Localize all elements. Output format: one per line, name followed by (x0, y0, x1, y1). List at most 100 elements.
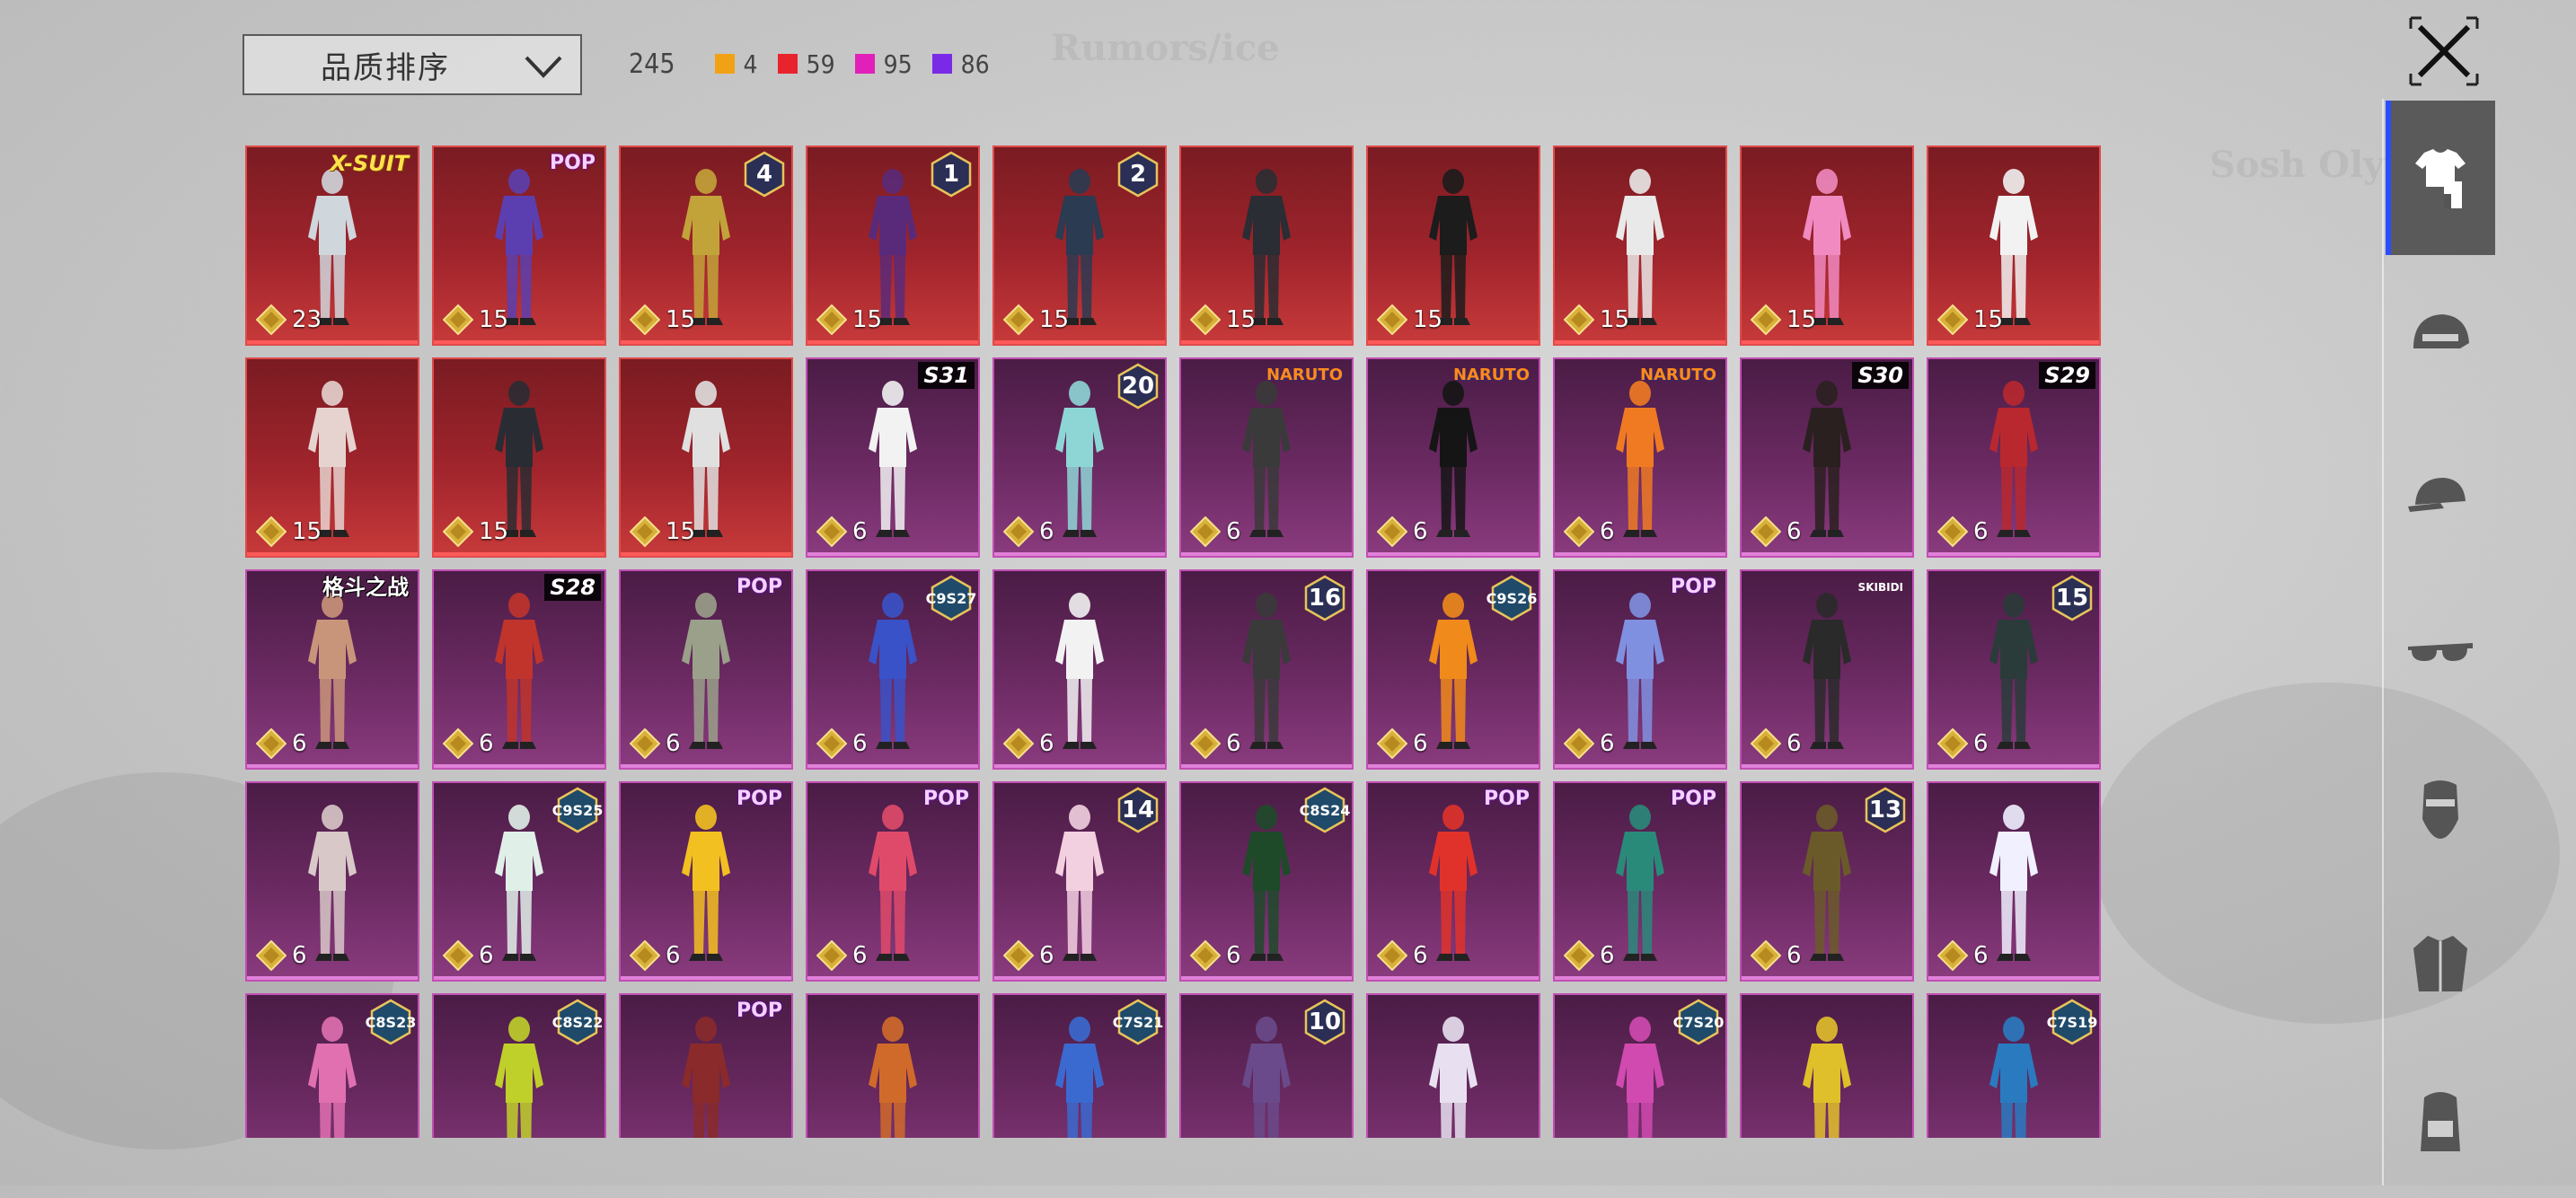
rarity-underline (1928, 340, 2099, 344)
outfit-card[interactable]: 15 (1366, 145, 1540, 346)
outfit-preview-icon (1055, 1017, 1104, 1138)
outfit-card[interactable]: 4 15 (619, 145, 793, 346)
item-value: 15 (1564, 304, 1629, 335)
outfit-card[interactable]: POP 15 (432, 145, 606, 346)
rarity-underline (247, 340, 418, 344)
tab-outfit[interactable] (2386, 101, 2495, 255)
outfit-card[interactable]: 15 (245, 357, 419, 558)
outfit-card[interactable]: 2 15 (992, 145, 1167, 346)
outfit-card[interactable]: 10 (1179, 993, 1354, 1138)
outfit-card[interactable]: 15 (619, 357, 793, 558)
outfit-card[interactable]: 14 6 (992, 781, 1167, 982)
item-value-number: 15 (479, 306, 509, 333)
outfit-card[interactable]: C7S20 (1553, 993, 1727, 1138)
item-value-number: 6 (666, 730, 681, 757)
outfit-card[interactable]: POP 6 (619, 569, 793, 770)
outfit-card[interactable] (1366, 993, 1540, 1138)
rarity-underline (434, 552, 604, 556)
item-value: 6 (1564, 728, 1615, 759)
currency-coin-icon (630, 728, 660, 759)
outfit-card[interactable]: NARUTO 6 (1366, 357, 1540, 558)
item-counts: 245 4 59 95 86 (629, 43, 1010, 84)
tab-backpack[interactable] (2386, 1044, 2495, 1198)
item-value-number: 23 (292, 306, 322, 333)
tab-glasses[interactable] (2386, 575, 2495, 729)
tab-mask[interactable] (2386, 731, 2495, 885)
outfit-card[interactable]: 6 (992, 569, 1167, 770)
currency-coin-icon (816, 516, 847, 547)
outfit-card[interactable]: S31 6 (806, 357, 980, 558)
outfit-card[interactable]: C9S25 6 (432, 781, 606, 982)
outfit-card[interactable]: 13 6 (1740, 781, 1914, 982)
outfit-card[interactable]: NARUTO 6 (1553, 357, 1727, 558)
rarity-underline (1742, 976, 1912, 980)
outfit-card[interactable]: S30 6 (1740, 357, 1914, 558)
rarity-underline (434, 764, 604, 768)
season-badge-label: C9S27 (925, 589, 977, 607)
outfit-card[interactable]: 格斗之战 6 (245, 569, 419, 770)
outfit-card[interactable]: POP (619, 993, 793, 1138)
outfit-card[interactable]: 15 (1927, 145, 2101, 346)
outfit-card[interactable]: 15 (432, 357, 606, 558)
collab-badge: S29 (2039, 362, 2095, 389)
item-value-number: 6 (1413, 518, 1428, 545)
rarity-underline (807, 764, 978, 768)
outfit-card[interactable]: C8S24 6 (1179, 781, 1354, 982)
item-value-number: 6 (1600, 942, 1615, 969)
outfit-card[interactable]: SKIBIDI 6 (1740, 569, 1914, 770)
currency-coin-icon (1751, 940, 1781, 971)
outfit-card[interactable]: POP 6 (1553, 569, 1727, 770)
outfit-card[interactable]: X-SUIT 23 (245, 145, 419, 346)
item-value-number: 6 (292, 730, 307, 757)
collab-badge: POP (923, 788, 969, 810)
outfit-card[interactable]: 15 (1179, 145, 1354, 346)
rarity-underline (1928, 764, 2099, 768)
item-value: 6 (1190, 728, 1241, 759)
outfit-card[interactable]: POP 6 (619, 781, 793, 982)
outfit-card[interactable]: C9S26 6 (1366, 569, 1540, 770)
outfit-card[interactable]: S29 6 (1927, 357, 2101, 558)
tab-cap[interactable] (2386, 418, 2495, 573)
item-value-number: 6 (1973, 730, 1989, 757)
outfit-preview-icon (1242, 1017, 1291, 1138)
outfit-card[interactable]: 6 (245, 781, 419, 982)
outfit-card[interactable]: C8S23 (245, 993, 419, 1138)
outfit-card[interactable]: 15 (1740, 145, 1914, 346)
outfit-card[interactable] (806, 993, 980, 1138)
item-value-number: 6 (666, 942, 681, 969)
close-icon[interactable] (2405, 13, 2483, 90)
rarity-swatch (714, 54, 735, 74)
outfit-card[interactable]: POP 6 (1553, 781, 1727, 982)
collab-badge: POP (737, 576, 782, 598)
rarity-underline (1555, 340, 1725, 344)
outfit-card[interactable]: S28 6 (432, 569, 606, 770)
outfit-card[interactable]: 1 15 (806, 145, 980, 346)
item-value: 15 (256, 516, 322, 547)
outfit-card[interactable]: 15 (1553, 145, 1727, 346)
outfit-card[interactable]: POP 6 (1366, 781, 1540, 982)
season-badge-label: C7S19 (2046, 1013, 2098, 1031)
outfit-card[interactable]: C9S27 6 (806, 569, 980, 770)
tab-helmet[interactable] (2386, 262, 2495, 417)
outfit-card[interactable]: 20 6 (992, 357, 1167, 558)
currency-coin-icon (443, 304, 473, 335)
outfit-card[interactable]: C7S19 (1927, 993, 2101, 1138)
outfit-card[interactable]: POP 6 (806, 781, 980, 982)
outfit-icon (2415, 149, 2466, 208)
currency-coin-icon (630, 304, 660, 335)
outfit-card[interactable]: 15 6 (1927, 569, 2101, 770)
sort-dropdown[interactable]: 品质排序 (243, 34, 582, 95)
outfit-grid: X-SUIT 23 POP 15 4 15 1 15 2 15 15 15 15 15 15 15 15 15 S3… (245, 145, 2101, 1138)
outfit-card[interactable]: C8S22 (432, 993, 606, 1138)
outfit-card[interactable]: NARUTO 6 (1179, 357, 1354, 558)
item-value-number: 6 (852, 518, 868, 545)
item-value-number: 15 (1600, 306, 1630, 333)
outfit-card[interactable]: 6 (1927, 781, 2101, 982)
item-value: 6 (256, 728, 307, 759)
rarity-underline (1368, 976, 1539, 980)
outfit-preview-icon (1989, 1017, 2038, 1138)
tab-jacket[interactable] (2386, 887, 2495, 1042)
outfit-card[interactable]: 16 6 (1179, 569, 1354, 770)
outfit-card[interactable]: C7S21 (992, 993, 1167, 1138)
outfit-card[interactable] (1740, 993, 1914, 1138)
